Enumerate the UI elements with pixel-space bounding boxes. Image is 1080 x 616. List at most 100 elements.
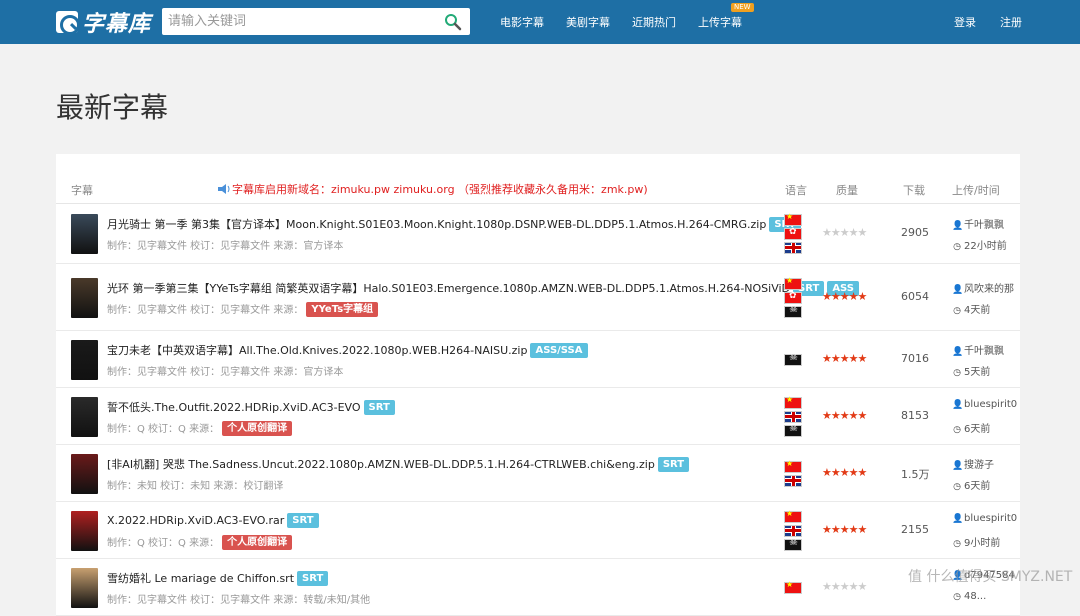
time-text: 6天前 bbox=[964, 481, 991, 492]
col-subtitle: 字幕 bbox=[71, 184, 93, 197]
uploader[interactable]: 👤千叶飘飘 bbox=[952, 342, 1020, 357]
time-text: 9小时前 bbox=[964, 538, 1001, 549]
col-quality: 质量 bbox=[836, 184, 858, 197]
search-input[interactable] bbox=[162, 8, 432, 35]
site-logo[interactable]: 字幕库 bbox=[56, 8, 151, 37]
flag-uk-icon bbox=[784, 411, 802, 423]
clock-icon: ◷ bbox=[953, 592, 961, 602]
poster-thumbnail[interactable] bbox=[71, 567, 98, 608]
uploader-name: 搜游子 bbox=[964, 460, 994, 471]
subtitle-title-link[interactable]: 雪纺婚礼 Le mariage de Chiffon.srt bbox=[107, 572, 294, 585]
poster-thumbnail[interactable] bbox=[71, 277, 98, 318]
subtitle-list-panel: 字幕 字幕库启用新域名：zimuku.pw zimuku.org （强烈推荐收藏… bbox=[56, 154, 1020, 616]
poster-thumbnail[interactable] bbox=[71, 396, 98, 437]
meta-text: 制作：见字幕文件 校订：见字幕文件 来源： bbox=[107, 305, 304, 316]
download-count: 2905 bbox=[901, 226, 929, 239]
meta-text: 制作：未知 校订：未知 来源：校订翻译 bbox=[107, 481, 284, 492]
subtitle-title-link[interactable]: 光环 第一季第三集【YYeTs字幕组 简繁英双语字幕】Halo.S01E03.E… bbox=[107, 282, 790, 295]
subtitle-meta: 制作：见字幕文件 校订：见字幕文件 来源：官方译本 bbox=[107, 237, 343, 252]
nav-upload-subtitle[interactable]: 上传字幕 bbox=[698, 14, 742, 30]
uploader[interactable]: 👤风吹来的那 bbox=[952, 280, 1020, 295]
poster-thumbnail[interactable] bbox=[71, 339, 98, 380]
star-icon: ★ bbox=[848, 352, 859, 365]
table-row: 宝刀未老【中英双语字幕】All.The.Old.Knives.2022.1080… bbox=[56, 331, 1020, 388]
uploader[interactable]: 👤bluespirit0 bbox=[952, 399, 1020, 410]
domain-notice[interactable]: 字幕库启用新域名：zimuku.pw zimuku.org （强烈推荐收藏永久备… bbox=[218, 181, 648, 197]
uploader-name: 千叶飘飘 bbox=[964, 220, 1004, 231]
user-icon: 👤 bbox=[952, 285, 964, 295]
source-tag[interactable]: 个人原创翻译 bbox=[222, 535, 293, 550]
star-icon: ★ bbox=[822, 409, 832, 422]
star-icon: ★ bbox=[830, 523, 841, 536]
upload-time: ◷ 5天前 bbox=[952, 363, 990, 378]
quality-rating: ★★★★★ bbox=[822, 580, 868, 593]
nav-movie-subtitles[interactable]: 电影字幕 bbox=[500, 14, 544, 30]
nav-trending[interactable]: 近期热门 bbox=[632, 14, 676, 30]
time-text: 22小时前 bbox=[964, 241, 1007, 252]
star-icon: ★ bbox=[830, 290, 841, 303]
download-count: 7016 bbox=[901, 352, 929, 365]
page-title: 最新字幕 bbox=[56, 91, 169, 124]
poster-thumbnail[interactable] bbox=[71, 510, 98, 551]
format-tag: SRT bbox=[657, 457, 690, 472]
subtitle-title: X.2022.HDRip.XviD.AC3-EVO.rar SRT bbox=[107, 513, 319, 528]
language-flags bbox=[784, 580, 802, 594]
user-icon: 👤 bbox=[952, 400, 964, 410]
star-icon: ★ bbox=[830, 352, 841, 365]
table-header: 字幕 字幕库启用新域名：zimuku.pw zimuku.org （强烈推荐收藏… bbox=[56, 154, 1020, 204]
table-row: 雪纺婚礼 Le mariage de Chiffon.srt SRT 制作：见字幕文… bbox=[56, 559, 1020, 616]
subtitle-meta: 制作：见字幕文件 校订：见字幕文件 来源：官方译本 bbox=[107, 363, 343, 378]
nav-us-tv-subtitles[interactable]: 美剧字幕 bbox=[566, 14, 610, 30]
star-icon: ★ bbox=[848, 580, 859, 593]
star-icon: ★ bbox=[822, 290, 832, 303]
flag-hk-icon bbox=[784, 227, 802, 240]
subtitle-title: 光环 第一季第三集【YYeTs字幕组 简繁英双语字幕】Halo.S01E03.E… bbox=[107, 280, 860, 296]
col-downloads: 下载 bbox=[903, 184, 925, 197]
uploader-name: bluespirit0 bbox=[964, 513, 1018, 524]
uploader[interactable]: 👤bluespirit0 bbox=[952, 513, 1020, 524]
subtitle-title-link[interactable]: 誓不低头.The.Outfit.2022.HDRip.XviD.AC3-EVO bbox=[107, 401, 361, 414]
format-tag: ASS/SSA bbox=[530, 343, 588, 358]
uploader[interactable]: 👤千叶飘飘 bbox=[952, 216, 1020, 231]
star-icon: ★ bbox=[848, 523, 859, 536]
subtitle-title-link[interactable]: [非AI机翻] 哭悲 The.Sadness.Uncut.2022.1080p.… bbox=[107, 458, 655, 471]
download-count: 2155 bbox=[901, 523, 929, 536]
flag-hk-icon bbox=[784, 291, 802, 304]
flag-uk-icon bbox=[784, 525, 802, 537]
clock-icon: ◷ bbox=[953, 242, 961, 252]
subtitle-title: 月光骑士 第一季 第3集【官方译本】Moon.Knight.S01E03.Moo… bbox=[107, 216, 801, 232]
col-language: 语言 bbox=[785, 184, 807, 197]
notice-text: 字幕库启用新域名：zimuku.pw zimuku.org （强烈推荐收藏永久备… bbox=[232, 183, 648, 196]
user-icon: 👤 bbox=[952, 221, 964, 231]
star-icon: ★ bbox=[857, 523, 868, 536]
watermark: 值 什么值得买 SMYZ.NET bbox=[908, 569, 1073, 585]
quality-rating: ★★★★★ bbox=[822, 409, 867, 422]
source-tag[interactable]: YYeTs字幕组 bbox=[306, 302, 379, 317]
format-tag: SRT bbox=[287, 513, 319, 528]
poster-thumbnail[interactable] bbox=[71, 453, 98, 494]
user-icon: 👤 bbox=[952, 347, 964, 357]
star-icon: ★ bbox=[848, 226, 859, 239]
star-icon: ★ bbox=[839, 409, 850, 422]
star-icon: ★ bbox=[848, 290, 859, 303]
register-link[interactable]: 注册 bbox=[1000, 14, 1022, 30]
subtitle-title-link[interactable]: 月光骑士 第一季 第3集【官方译本】Moon.Knight.S01E03.Moo… bbox=[107, 218, 766, 231]
search-icon[interactable] bbox=[444, 13, 462, 31]
star-icon: ★ bbox=[848, 409, 859, 422]
uploader[interactable]: 👤搜游子 bbox=[952, 456, 1020, 471]
search-box bbox=[162, 8, 470, 35]
source-tag[interactable]: 个人原创翻译 bbox=[222, 421, 293, 436]
subtitle-title-link[interactable]: 宝刀未老【中英双语字幕】All.The.Old.Knives.2022.1080… bbox=[107, 344, 527, 357]
upload-time: ◷ 22小时前 bbox=[952, 237, 1007, 252]
flag-uk-icon bbox=[784, 475, 802, 487]
login-link[interactable]: 登录 bbox=[954, 14, 976, 30]
subtitle-title: 誓不低头.The.Outfit.2022.HDRip.XviD.AC3-EVO S… bbox=[107, 399, 395, 415]
quality-rating: ★★★★★ bbox=[822, 290, 867, 303]
poster-thumbnail[interactable] bbox=[71, 214, 98, 254]
star-icon: ★ bbox=[822, 226, 832, 239]
subtitle-title-link[interactable]: X.2022.HDRip.XviD.AC3-EVO.rar bbox=[107, 514, 284, 527]
time-text: 5天前 bbox=[964, 367, 991, 378]
quality-rating: ★★★★★ bbox=[822, 352, 867, 365]
upload-time: ◷ 4天前 bbox=[952, 301, 990, 316]
star-icon: ★ bbox=[857, 580, 868, 593]
